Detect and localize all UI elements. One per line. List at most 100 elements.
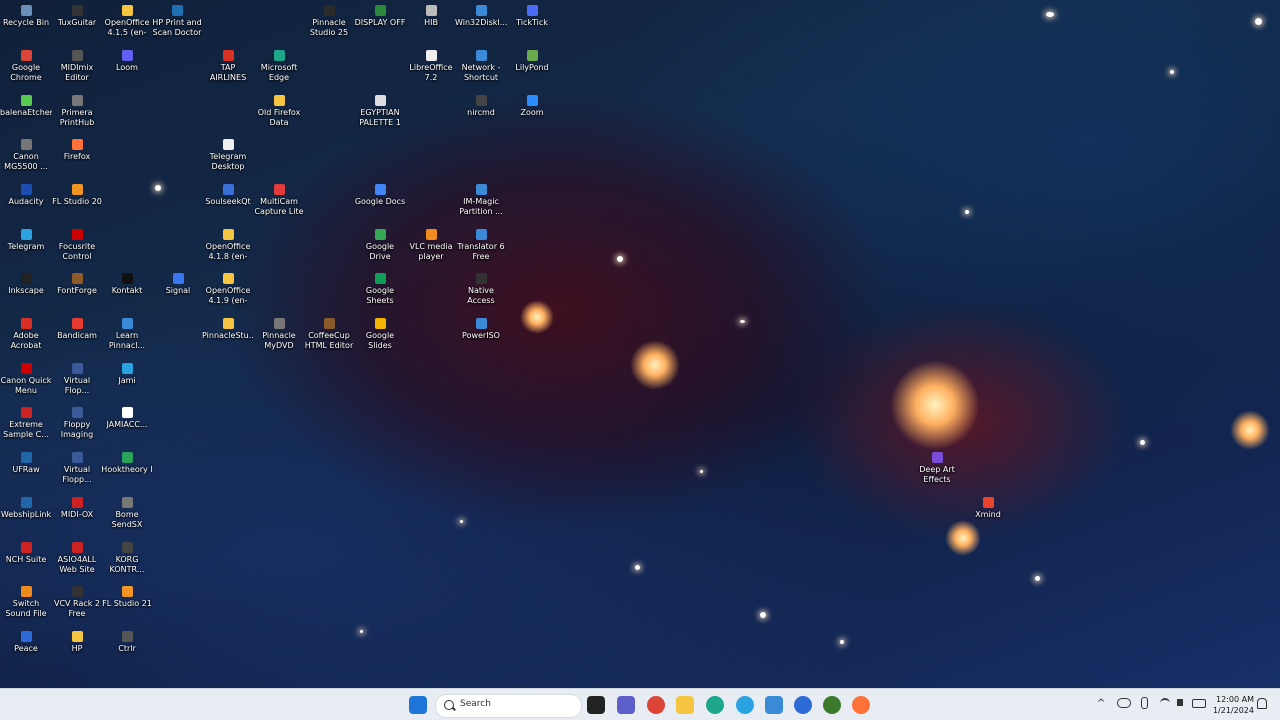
search-box[interactable]: Search xyxy=(435,694,582,718)
chrome-button[interactable] xyxy=(647,696,665,714)
desktop-icon[interactable]: Peace xyxy=(0,631,52,654)
desktop-icon[interactable]: Google Chrome xyxy=(0,50,52,83)
desktop-icon[interactable]: TickTick xyxy=(506,5,558,28)
cortana-button[interactable] xyxy=(794,696,812,714)
desktop-icon[interactable]: nircmd xyxy=(455,95,507,118)
desktop-icon[interactable]: Old Firefox Data xyxy=(253,95,305,128)
desktop-icon[interactable]: Xmind xyxy=(962,497,1014,520)
onedrive-icon[interactable] xyxy=(1117,698,1131,708)
app-button[interactable] xyxy=(823,696,841,714)
desktop-icon[interactable]: Virtual Flopp... xyxy=(51,452,103,485)
microphone-icon[interactable] xyxy=(1141,697,1148,709)
desktop-icon[interactable]: Bandicam xyxy=(51,318,103,341)
desktop-icon[interactable]: Focusrite Control xyxy=(51,229,103,262)
desktop-icon[interactable]: FL Studio 21 xyxy=(101,586,153,609)
desktop-icon[interactable]: Signal xyxy=(152,273,204,296)
desktop-icon[interactable]: JAMIACC... xyxy=(101,407,153,430)
desktop-icon[interactable]: Win32DiskI... xyxy=(455,5,507,28)
desktop-icon[interactable]: Telegram Desktop xyxy=(202,139,254,172)
show-hidden-icons-chevron[interactable]: ^ xyxy=(1097,698,1105,709)
desktop-icon[interactable]: Extreme Sample C... xyxy=(0,407,52,440)
desktop-icon[interactable]: Loom xyxy=(101,50,153,73)
desktop-icon[interactable]: WebshipLink xyxy=(0,497,52,520)
desktop-icon[interactable]: Canon Quick Menu xyxy=(0,363,52,396)
desktop-icon[interactable]: Virtual Flop... xyxy=(51,363,103,396)
desktop-icon[interactable]: NCH Suite xyxy=(0,542,52,565)
desktop-icon[interactable]: UFRaw xyxy=(0,452,52,475)
desktop-icon[interactable]: Google Slides xyxy=(354,318,406,351)
desktop-icon[interactable]: VCV Rack 2 Free xyxy=(51,586,103,619)
desktop-icon[interactable]: FontForge xyxy=(51,273,103,296)
desktop-icon[interactable]: Primera PrintHub xyxy=(51,95,103,128)
desktop-icon[interactable]: Audacity xyxy=(0,184,52,207)
file-icon xyxy=(374,95,386,106)
desktop-icon[interactable]: MIDImix Editor xyxy=(51,50,103,83)
file-explorer-button[interactable] xyxy=(676,696,694,714)
desktop-icon[interactable]: Recycle Bin xyxy=(0,5,52,28)
edge-button[interactable] xyxy=(706,696,724,714)
desktop-icon[interactable]: OpenOffice 4.1.5 (en-U... xyxy=(101,5,153,38)
desktop-icon[interactable]: HIB xyxy=(405,5,457,28)
desktop-icon-label: Translator 6 Free xyxy=(457,242,505,261)
desktop-icon[interactable]: DISPLAY OFF xyxy=(354,5,406,28)
desktop-icon[interactable]: Floppy Imaging xyxy=(51,407,103,440)
desktop-icon[interactable]: Native Access xyxy=(455,273,507,306)
desktop-icon[interactable]: OpenOffice 4.1.8 (en-U... xyxy=(202,229,254,262)
desktop-icon[interactable]: Pinnacle MyDVD xyxy=(253,318,305,351)
start-button[interactable] xyxy=(409,696,427,714)
desktop-icon[interactable]: ASIO4ALL Web Site xyxy=(51,542,103,575)
desktop-icon[interactable]: Network - Shortcut xyxy=(455,50,507,83)
desktop-icon[interactable]: HP xyxy=(51,631,103,654)
desktop-icon[interactable]: TuxGuitar xyxy=(51,5,103,28)
desktop-icon[interactable]: LilyPond xyxy=(506,50,558,73)
desktop-icon[interactable]: PinnacleStu... xyxy=(202,318,254,341)
clock[interactable]: 12:00 AM 1/21/2024 xyxy=(1213,694,1254,716)
desktop-icon[interactable]: EGYPTIAN PALETTE 1 xyxy=(354,95,406,128)
desktop-icon[interactable]: Canon MG5500 ... xyxy=(0,139,52,172)
desktop-icon[interactable]: KORG KONTR... xyxy=(101,542,153,575)
desktop-icon[interactable]: Adobe Acrobat xyxy=(0,318,52,351)
desktop-icon[interactable]: Jami xyxy=(101,363,153,386)
telegram-button[interactable] xyxy=(736,696,754,714)
wifi-icon[interactable] xyxy=(1160,698,1170,708)
desktop-icon[interactable]: Zoom xyxy=(506,95,558,118)
chat-button[interactable] xyxy=(617,696,635,714)
desktop-icon[interactable]: Deep Art Effects xyxy=(911,452,963,485)
desktop-icon[interactable]: balenaEtcher xyxy=(0,95,52,118)
desktop-icon-label: TickTick xyxy=(516,18,548,27)
desktop-icon[interactable]: PowerISO xyxy=(455,318,507,341)
desktop-icon[interactable]: Bome SendSX xyxy=(101,497,153,530)
volume-icon[interactable] xyxy=(1177,699,1183,706)
desktop-icon[interactable]: Translator 6 Free xyxy=(455,229,507,262)
desktop-icon[interactable]: Telegram xyxy=(0,229,52,252)
desktop-icon[interactable]: HP Print and Scan Doctor xyxy=(151,5,203,38)
desktop-icon[interactable]: SoulseekQt xyxy=(202,184,254,207)
desktop-icon[interactable]: TAP AIRLINES MARCH 13 xyxy=(202,50,254,83)
desktop-icon[interactable]: Kontakt xyxy=(101,273,153,296)
desktop-icon[interactable]: OpenOffice 4.1.9 (en-U... xyxy=(202,273,254,306)
desktop-icon[interactable]: Firefox xyxy=(51,139,103,162)
desktop-icon[interactable]: Google Drive xyxy=(354,229,406,262)
desktop-icon[interactable]: CoffeeCup HTML Editor xyxy=(303,318,355,351)
desktop-icon[interactable]: Inkscape xyxy=(0,273,52,296)
desktop-icon[interactable]: Learn Pinnacl... xyxy=(101,318,153,351)
battery-icon[interactable] xyxy=(1192,699,1206,708)
desktop-icon[interactable]: FL Studio 20 xyxy=(51,184,103,207)
desktop-icon[interactable]: Microsoft Edge xyxy=(253,50,305,83)
desktop-icon[interactable]: MIDI-OX xyxy=(51,497,103,520)
desktop-icon[interactable]: Google Docs xyxy=(354,184,406,207)
desktop-icon[interactable]: Switch Sound File Convert... xyxy=(0,586,52,619)
desktop-icon[interactable]: Ctrlr xyxy=(101,631,153,654)
firefox-button[interactable] xyxy=(852,696,870,714)
desktop-icon[interactable]: MultiCam Capture Lite xyxy=(253,184,305,217)
task-view-button[interactable] xyxy=(587,696,605,714)
desktop-icon[interactable]: Hooktheory I xyxy=(101,452,153,475)
notification-bell-icon[interactable] xyxy=(1257,698,1267,709)
desktop-icon[interactable]: VLC media player xyxy=(405,229,457,262)
desktop-icon-label: Xmind xyxy=(975,510,1001,519)
desktop-icon[interactable]: Pinnacle Studio 25 xyxy=(303,5,355,38)
desktop-icon[interactable]: IM-Magic Partition ... xyxy=(455,184,507,217)
desktop-icon[interactable]: Google Sheets xyxy=(354,273,406,306)
control-panel-button[interactable] xyxy=(765,696,783,714)
desktop-icon[interactable]: LibreOffice 7.2 xyxy=(405,50,457,83)
